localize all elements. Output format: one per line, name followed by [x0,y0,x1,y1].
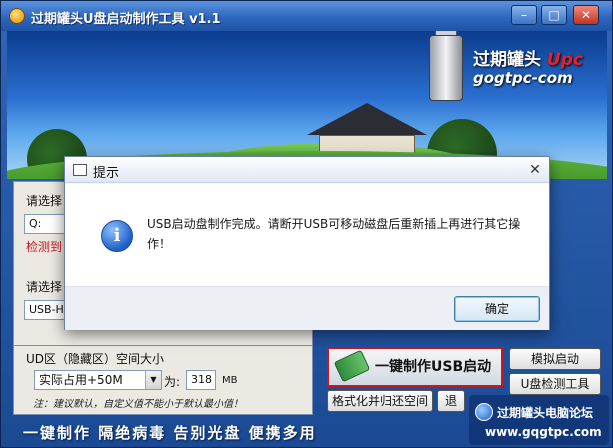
back-button[interactable]: 退 [437,390,465,412]
size-tip: 注：建议默认，自定义值不能小于默认最小值！ [33,399,243,410]
brand-domain: gogtpc-com [473,69,573,87]
size-mode-select[interactable]: 实际占用+50M ▼ [34,370,162,390]
minimize-button[interactable]: – [511,5,537,25]
simulate-boot-button[interactable]: 模拟启动 [509,348,601,370]
usb-icon [333,349,371,383]
house-roof-graphic [307,103,427,135]
select-drive-label: 请选择 [26,194,63,208]
watermark-forum: 过期罐头电脑论坛 [497,406,594,420]
size-mode-value: 实际占用+50M [39,373,123,387]
info-icon: i [101,220,133,252]
dialog-content: i USB启动盘制作完成。请断开USB可移动磁盘后重新插上再进行其它操作！ [65,184,549,286]
usb-check-button[interactable]: U盘检测工具 [509,373,601,395]
window-icon [73,164,87,176]
message-dialog: 提示 ✕ i USB启动盘制作完成。请断开USB可移动磁盘后重新插上再进行其它操… [64,156,550,330]
select-mode-label: 请选择 [26,280,63,294]
dialog-footer: 确定 [65,286,549,330]
brand-logo-upc: Upc [546,50,583,70]
chevron-down-icon[interactable]: ▼ [145,371,161,389]
dialog-message: USB启动盘制作完成。请断开USB可移动磁盘后重新插上再进行其它操作！ [147,217,521,251]
watermark-overlay: 过期罐头电脑论坛 www.gqgtpc.com [469,395,609,445]
size-unit: MB [222,375,238,386]
watermark-url: www.gqgtpc.com [485,425,602,439]
usb-drive-icon [429,35,463,101]
app-icon [9,8,25,24]
detect-status: 检测到 [26,240,63,254]
dialog-close-button[interactable]: ✕ [527,162,543,178]
hidden-size-label: UD区（隐藏区）空间大小 [26,352,165,366]
close-button[interactable]: ✕ [573,5,599,25]
brand-logo-text: 过期罐头 [473,50,541,70]
title-bar[interactable]: 过期罐头U盘启动制作工具 v1.1 – □ ✕ [1,1,612,31]
size-prefix: 为: [164,375,181,389]
brand-logo: 过期罐头 Upc [473,45,583,70]
ok-button[interactable]: 确定 [454,296,540,322]
format-restore-button[interactable]: 格式化并归还空间 [327,390,433,412]
dialog-title: 提示 [93,166,120,181]
dialog-title-bar[interactable]: 提示 ✕ [65,157,549,183]
maximize-button[interactable]: □ [541,5,567,25]
slogan-bar: 一键制作 隔绝病毒 告别光盘 便携多用 [23,424,317,442]
window-title: 过期罐头U盘启动制作工具 v1.1 [31,12,221,27]
forum-logo-icon [475,403,493,421]
make-usb-button[interactable]: 一键制作USB启动盘 [327,347,503,411]
size-input[interactable]: 318 [186,370,216,390]
